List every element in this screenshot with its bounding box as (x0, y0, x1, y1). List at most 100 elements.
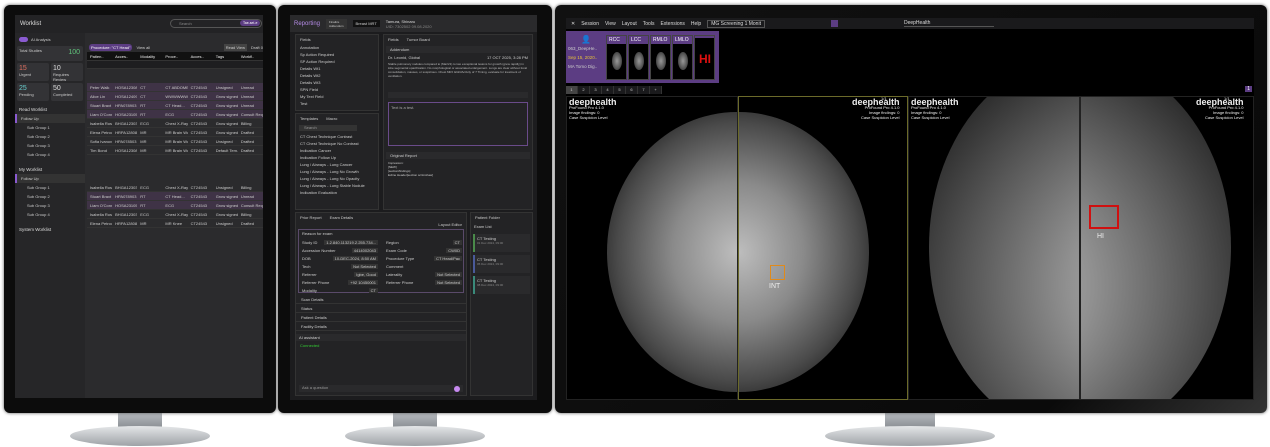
field-item[interactable]: Sp Action Required (296, 51, 378, 58)
view-all-button[interactable]: View all (136, 45, 150, 50)
addendum-header[interactable]: Addendum (386, 46, 530, 53)
series-thumbnail[interactable]: LMLO (672, 35, 693, 80)
tool-icon[interactable] (830, 20, 838, 27)
system-worklist-header[interactable]: System Worklist (15, 225, 85, 234)
template-item[interactable]: CT Chest Technique No Contrast (296, 140, 378, 147)
column-header[interactable]: Modality (137, 54, 162, 59)
column-header[interactable]: Acces.. (188, 54, 213, 59)
viewport-lmlo[interactable]: HI (1080, 96, 1254, 400)
collapsible-section[interactable]: Scan Details (296, 295, 466, 304)
table-row[interactable]: Stuart Braxt HPA078903 RT CT Head... CT24543… (87, 192, 263, 201)
field-value[interactable]: CT Head/Pac (434, 255, 462, 261)
series-thumbnail[interactable]: LCC (628, 35, 649, 80)
ai-toggle[interactable] (19, 37, 28, 42)
field-value[interactable]: CT (452, 239, 462, 245)
field-value[interactable]: Not Selected (435, 271, 462, 277)
protocol-dropdown[interactable]: MG Screening 1 Monit (707, 19, 765, 28)
tab-fields-report[interactable]: Fields (384, 35, 403, 44)
read-worklist-header[interactable]: Read Worklist (15, 105, 85, 114)
table-row[interactable]: Peter Walk HOSA12308CT CT ABDOME...CT24543… (87, 83, 263, 92)
original-report-header[interactable]: Original Report (386, 152, 530, 159)
sub-group[interactable]: Sub Group 1 (15, 123, 85, 132)
int-marker[interactable] (770, 265, 785, 280)
collapsible-section[interactable]: Patient Details (296, 313, 466, 322)
layout-page-tab[interactable]: 4 (602, 86, 614, 94)
exam-card[interactable]: CT Testing 01 Dec 2024, 09:00 (473, 234, 530, 252)
filter-chip[interactable]: Procedure: "CT Head" (89, 44, 133, 51)
template-item[interactable]: Lung / Airways - Lung No Opacity (296, 175, 378, 182)
layout-page-tab[interactable]: + (650, 86, 662, 94)
ai-dropdown[interactable]: DeepHealth (903, 20, 994, 27)
tab-templates[interactable]: Templates (296, 114, 322, 123)
series-thumbnail[interactable]: HI (694, 35, 715, 80)
template-item[interactable]: Lung / Airways - Lung Stable Nodule (296, 182, 378, 189)
viewport-lcc[interactable]: INT (738, 96, 908, 400)
field-item[interactable]: Annotation (296, 44, 378, 51)
table-row[interactable]: Tim Bond HOSA12308 MR MR Brain Wo CT24543 Def… (87, 146, 263, 155)
group-follow-up[interactable]: Follow Up (15, 174, 85, 183)
table-row[interactable]: Elena PetrovaHRPA12808MR MR Brain WoCT245… (87, 128, 263, 137)
field-item[interactable]: Test (296, 100, 378, 107)
close-icon[interactable]: ✕ (571, 21, 575, 27)
collapsible-section[interactable]: Status (296, 304, 466, 313)
sub-group[interactable]: Sub Group 3 (15, 201, 85, 210)
menu-help[interactable]: Help (691, 21, 701, 27)
tab-macro[interactable]: Macro (322, 114, 341, 123)
template-item[interactable]: Indication Evaluation (296, 189, 378, 196)
table-row[interactable]: Elena PetrovaHRPA12808MR MR Knee CT24543 Un… (87, 219, 263, 228)
ai-question-input[interactable]: Ask a question (299, 385, 463, 392)
column-header[interactable]: Patien.. (87, 54, 112, 59)
template-search[interactable]: Search (299, 125, 357, 131)
menu-session[interactable]: Session (581, 21, 599, 27)
field-item[interactable]: Details Wt1 (296, 65, 378, 72)
stat-pending[interactable]: 25 Pending (17, 83, 49, 101)
table-row[interactable]: Isabella RossiBHGA12303ECG Chest X-RayCT2… (87, 183, 263, 192)
menu-layout[interactable]: Layout (622, 21, 637, 27)
template-item[interactable]: Indication Follow Up (296, 154, 378, 161)
series-thumbnail[interactable]: RCC (606, 35, 627, 80)
field-value[interactable]: +92 10450001 (348, 279, 378, 285)
field-item[interactable]: SP Action Required (296, 58, 378, 65)
viewport-rcc[interactable] (566, 96, 738, 400)
tab-prior-report[interactable]: Prior Report (296, 213, 326, 222)
filter-row[interactable] (87, 61, 263, 69)
exam-card[interactable]: CT Testing 08 Dec 2024, 09:00 (473, 276, 530, 294)
hi-marker[interactable] (1089, 205, 1119, 229)
field-value[interactable]: Not Selected (435, 279, 462, 285)
layout-page-tab[interactable]: 3 (590, 86, 602, 94)
sub-group[interactable]: Sub Group 3 (15, 141, 85, 150)
template-item[interactable]: CT Chest Technique Contrast (296, 133, 378, 140)
sub-group[interactable]: Sub Group 4 (15, 150, 85, 159)
field-value[interactable]: Igbe, Good (354, 271, 378, 277)
sub-group[interactable]: Sub Group 1 (15, 183, 85, 192)
field-item[interactable]: Details Wt2 (296, 72, 378, 79)
ai-assistant-tab[interactable]: AI assistant (296, 334, 466, 341)
layout-page-tab[interactable]: 5 (614, 86, 626, 94)
user-button[interactable]: Tae-sei-e (240, 20, 261, 26)
column-header[interactable]: Proce.. (162, 54, 187, 59)
menu-tools[interactable]: Tools (643, 21, 655, 27)
menu-extensions[interactable]: Extensions (660, 21, 684, 27)
my-worklist-header[interactable]: My Worklist (15, 165, 85, 174)
stat-completed[interactable]: 50 Completed (51, 83, 83, 101)
template-item[interactable]: Lung / Airways - Lung No Growth (296, 168, 378, 175)
group-follow-up[interactable]: Follow Up (15, 114, 85, 123)
field-value[interactable]: 10-DEC-2024, 8:50 AM (332, 255, 378, 261)
field-item[interactable]: My Text Field (296, 93, 378, 100)
field-item[interactable]: Details Wt3 (296, 79, 378, 86)
tab-tumor-board[interactable]: Tumor Board (403, 35, 434, 44)
send-icon[interactable] (454, 386, 460, 392)
layout-page-tab[interactable]: 6 (626, 86, 638, 94)
layout-editor-button[interactable]: Layout Editor (296, 222, 466, 227)
breast-mri-button[interactable]: Breast MRT (352, 20, 380, 27)
table-row[interactable]: Liam O'ConnorHOSA23105RT ECG CT24543 Grow s… (87, 110, 263, 119)
table-row[interactable]: Liam O'ConnorHOSA23105RT ECG CT24543 Grow s… (87, 201, 263, 210)
sub-group[interactable]: Sub Group 2 (15, 132, 85, 141)
collapsible-section[interactable]: Facility Details (296, 322, 466, 331)
draft-button[interactable]: Draft 0 (251, 45, 263, 50)
page-indicator[interactable]: 1 (1245, 86, 1252, 92)
sub-group[interactable]: Sub Group 4 (15, 210, 85, 219)
exam-card[interactable]: CT Testing 05 Dec 2024, 09:00 (473, 255, 530, 273)
template-item[interactable]: Indication Cancer (296, 147, 378, 154)
table-row[interactable]: Sofia Ivanova HPA078503 MR MR Brain Wo CT245… (87, 137, 263, 146)
